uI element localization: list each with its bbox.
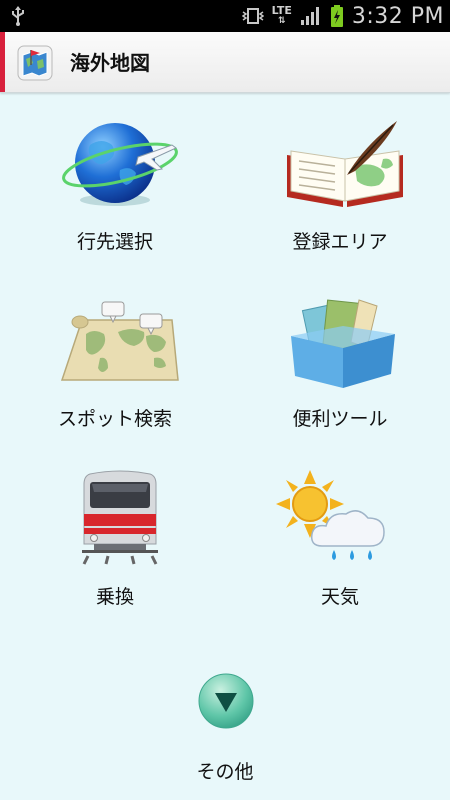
toolbox-icon bbox=[291, 299, 395, 388]
tile-spot-search[interactable]: スポット検索 bbox=[25, 292, 205, 442]
vibrate-icon bbox=[241, 8, 264, 24]
train-icon bbox=[82, 470, 158, 565]
status-bar: LTE ⇅ 3:32 PM bbox=[0, 0, 450, 32]
battery-charging-icon bbox=[330, 5, 343, 27]
tile-weather[interactable]: 天気 bbox=[250, 470, 430, 620]
tile-spot-search-label: スポット検索 bbox=[57, 408, 172, 430]
tile-registered-area[interactable]: 登録エリア bbox=[250, 115, 430, 265]
globe-airplane-icon bbox=[62, 123, 178, 206]
more-expand-button[interactable] bbox=[197, 672, 255, 730]
weather-sun-cloud-icon bbox=[276, 470, 385, 560]
tile-transfer[interactable]: 乗換 bbox=[25, 470, 205, 620]
open-book-quill-icon bbox=[287, 121, 403, 207]
tile-transfer-label: 乗換 bbox=[95, 586, 134, 608]
tile-useful-tools[interactable]: 便利ツール bbox=[250, 292, 430, 442]
app-map-icon[interactable] bbox=[17, 45, 53, 81]
page-title: 海外地図 bbox=[70, 51, 150, 75]
network-type-label: LTE bbox=[271, 4, 292, 17]
app-bar-accent bbox=[0, 32, 5, 92]
network-type: LTE ⇅ bbox=[271, 4, 292, 26]
more-label: その他 bbox=[196, 761, 254, 783]
tile-registered-area-label: 登録エリア bbox=[292, 231, 388, 253]
signal-icon bbox=[300, 7, 319, 25]
world-map-icon bbox=[60, 301, 179, 381]
tile-destination-label: 行先選択 bbox=[76, 231, 153, 253]
tile-destination[interactable]: 行先選択 bbox=[25, 115, 205, 265]
app-bar: 海外地図 bbox=[0, 32, 450, 93]
tile-weather-label: 天気 bbox=[320, 586, 359, 608]
clock: 3:32 PM bbox=[351, 3, 444, 29]
tile-useful-tools-label: 便利ツール bbox=[292, 408, 388, 430]
usb-icon bbox=[12, 6, 24, 26]
